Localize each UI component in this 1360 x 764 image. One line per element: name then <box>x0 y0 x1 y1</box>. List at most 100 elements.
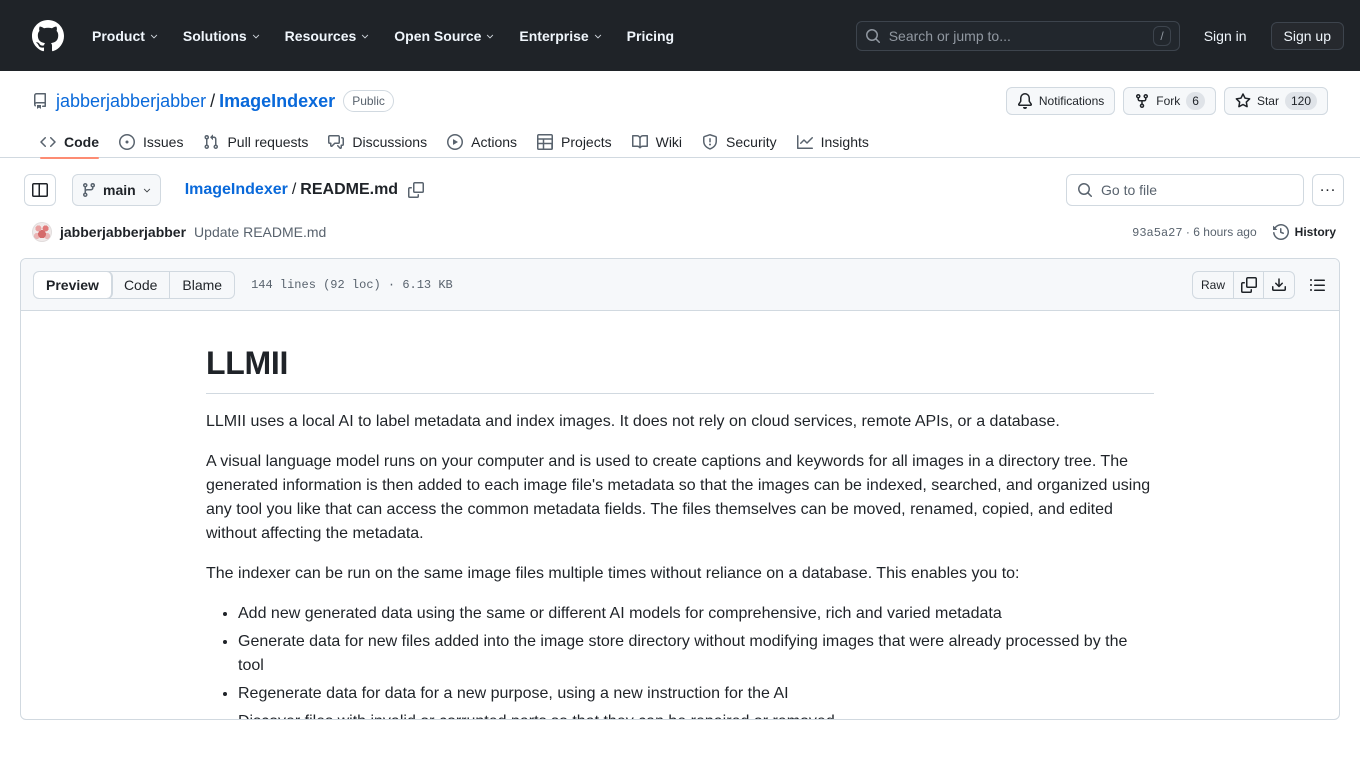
shield-icon <box>703 134 718 150</box>
github-mark-icon[interactable] <box>32 19 64 52</box>
search-icon <box>1078 183 1093 198</box>
tab-label: Insights <box>820 134 869 150</box>
tab-label: Actions <box>471 134 518 150</box>
outline-toggle-button[interactable] <box>1303 271 1331 299</box>
fork-button[interactable]: Fork 6 <box>1123 87 1216 115</box>
avatar[interactable] <box>32 222 52 242</box>
chevron-down-icon <box>143 188 150 193</box>
fork-count: 6 <box>1186 92 1205 110</box>
go-to-file-placeholder: Go to file <box>1101 182 1158 198</box>
history-label: History <box>1294 225 1336 239</box>
file-panel-actions: Raw <box>1191 270 1331 299</box>
chevron-down-icon <box>362 34 369 38</box>
readme-bullet-list: Add new generated data using the same or… <box>206 602 1154 719</box>
go-to-file-input[interactable]: Go to file <box>1066 174 1304 206</box>
commit-author-link[interactable]: jabberjabberjabber <box>60 224 186 240</box>
repo-name-link[interactable]: ImageIndexer <box>219 91 335 112</box>
breadcrumb-current-file: README.md <box>300 181 399 198</box>
breadcrumb-root-link[interactable]: ImageIndexer <box>185 181 288 199</box>
tab-projects[interactable]: Projects <box>529 127 620 157</box>
bell-icon <box>1017 93 1032 109</box>
readme-paragraph-2: A visual language model runs on your com… <box>206 453 1151 542</box>
star-button[interactable]: Star 120 <box>1223 87 1328 115</box>
global-nav-item-product[interactable]: Product <box>80 20 171 52</box>
tab-label: Projects <box>561 134 612 150</box>
file-panel-header: Preview Code Blame 144 lines (92 loc) · … <box>21 259 1339 311</box>
issue-opened-icon <box>119 134 135 150</box>
tab-preview[interactable]: Preview <box>34 271 112 298</box>
file-nav-bar: main ImageIndexer / README.md Go to file… <box>0 158 1360 222</box>
global-header: Product Solutions Resources Open Source … <box>0 0 1360 71</box>
sign-up-button[interactable]: Sign up <box>1270 21 1344 50</box>
sidebar-toggle-button[interactable] <box>24 174 56 206</box>
tab-issues[interactable]: Issues <box>111 127 191 157</box>
search-icon <box>865 28 880 43</box>
repo-icon <box>34 93 46 109</box>
tab-code[interactable]: Code <box>32 127 107 159</box>
outline-list-icon <box>1310 278 1325 291</box>
tab-label: Code <box>64 134 99 150</box>
chevron-down-icon <box>252 34 259 38</box>
tab-code[interactable]: Code <box>112 271 171 298</box>
file-content-panel: Preview Code Blame 144 lines (92 loc) · … <box>20 258 1340 720</box>
star-label: Star <box>1256 94 1279 108</box>
table-icon <box>537 134 554 150</box>
more-options-button[interactable]: ... <box>1312 174 1344 206</box>
tab-label: Issues <box>143 134 184 150</box>
global-nav-item-pricing[interactable]: Pricing <box>615 20 686 52</box>
global-nav-label: Pricing <box>626 27 675 44</box>
copy-raw-icon <box>1240 276 1257 293</box>
readme-inner: LLMII LLMII uses a local AI to label met… <box>174 343 1186 719</box>
repo-owner-link[interactable]: jabberjabberjabber <box>56 91 206 112</box>
search-placeholder: Search or jump to... <box>888 27 1011 44</box>
chevron-down-icon <box>594 34 601 38</box>
play-icon <box>447 134 464 150</box>
global-nav-item-resources[interactable]: Resources <box>273 20 383 52</box>
commit-message[interactable]: Update README.md <box>194 224 326 240</box>
tab-security[interactable]: Security <box>694 127 785 157</box>
tab-label: Pull requests <box>227 134 309 150</box>
tab-blame[interactable]: Blame <box>170 272 234 298</box>
fork-label: Fork <box>1156 94 1181 108</box>
global-nav-label: Resources <box>284 27 357 44</box>
global-nav-label: Solutions <box>182 27 247 44</box>
chevron-down-icon <box>150 34 158 38</box>
global-nav-item-open-source[interactable]: Open Source <box>382 20 507 52</box>
list-item: Generate data for new files added into t… <box>238 630 1154 678</box>
tab-discussions[interactable]: Discussions <box>320 127 435 157</box>
readme-paragraph-1: LLMII uses a local AI to label metadata … <box>206 413 1060 430</box>
tab-insights[interactable]: Insights <box>789 127 877 157</box>
list-item: Regenerate data for data for a new purpo… <box>238 682 1154 706</box>
git-pull-request-icon <box>204 134 219 150</box>
notifications-button[interactable]: Notifications <box>1005 87 1116 115</box>
history-link[interactable]: History <box>1272 224 1336 240</box>
tab-actions[interactable]: Actions <box>439 127 525 157</box>
readme-content: LLMII LLMII uses a local AI to label met… <box>174 311 1186 719</box>
tab-wiki[interactable]: Wiki <box>624 127 690 157</box>
search-input[interactable]: Search or jump to... / <box>855 20 1180 51</box>
notifications-label: Notifications <box>1038 94 1105 108</box>
download-button[interactable] <box>1264 272 1294 298</box>
sidebar-expand-icon <box>32 183 48 197</box>
copy-raw-button[interactable] <box>1234 271 1264 298</box>
global-nav-label: Enterprise <box>519 27 589 44</box>
comment-discussion-icon <box>328 135 345 149</box>
tab-label: Security <box>726 134 777 150</box>
repo-visibility-badge: Public <box>343 90 394 112</box>
fork-icon <box>1136 94 1149 109</box>
sign-in-button[interactable]: Sign in <box>1196 23 1255 49</box>
branch-selector[interactable]: main <box>72 174 161 206</box>
tab-label: Discussions <box>352 134 428 150</box>
commit-sha[interactable]: 93a5a27 <box>1132 226 1182 240</box>
history-icon <box>1272 224 1289 240</box>
raw-button[interactable]: Raw <box>1193 271 1234 298</box>
global-nav-item-enterprise[interactable]: Enterprise <box>507 20 614 52</box>
global-nav-label: Open Source <box>394 27 482 44</box>
code-icon <box>40 136 56 148</box>
copy-path-button[interactable] <box>408 182 425 198</box>
commit-meta: 93a5a27 · 6 hours ago <box>1132 225 1257 240</box>
copy-icon <box>408 182 425 198</box>
star-count: 120 <box>1284 92 1317 110</box>
global-nav-item-solutions[interactable]: Solutions <box>171 20 273 52</box>
tab-pull-requests[interactable]: Pull requests <box>195 127 316 157</box>
